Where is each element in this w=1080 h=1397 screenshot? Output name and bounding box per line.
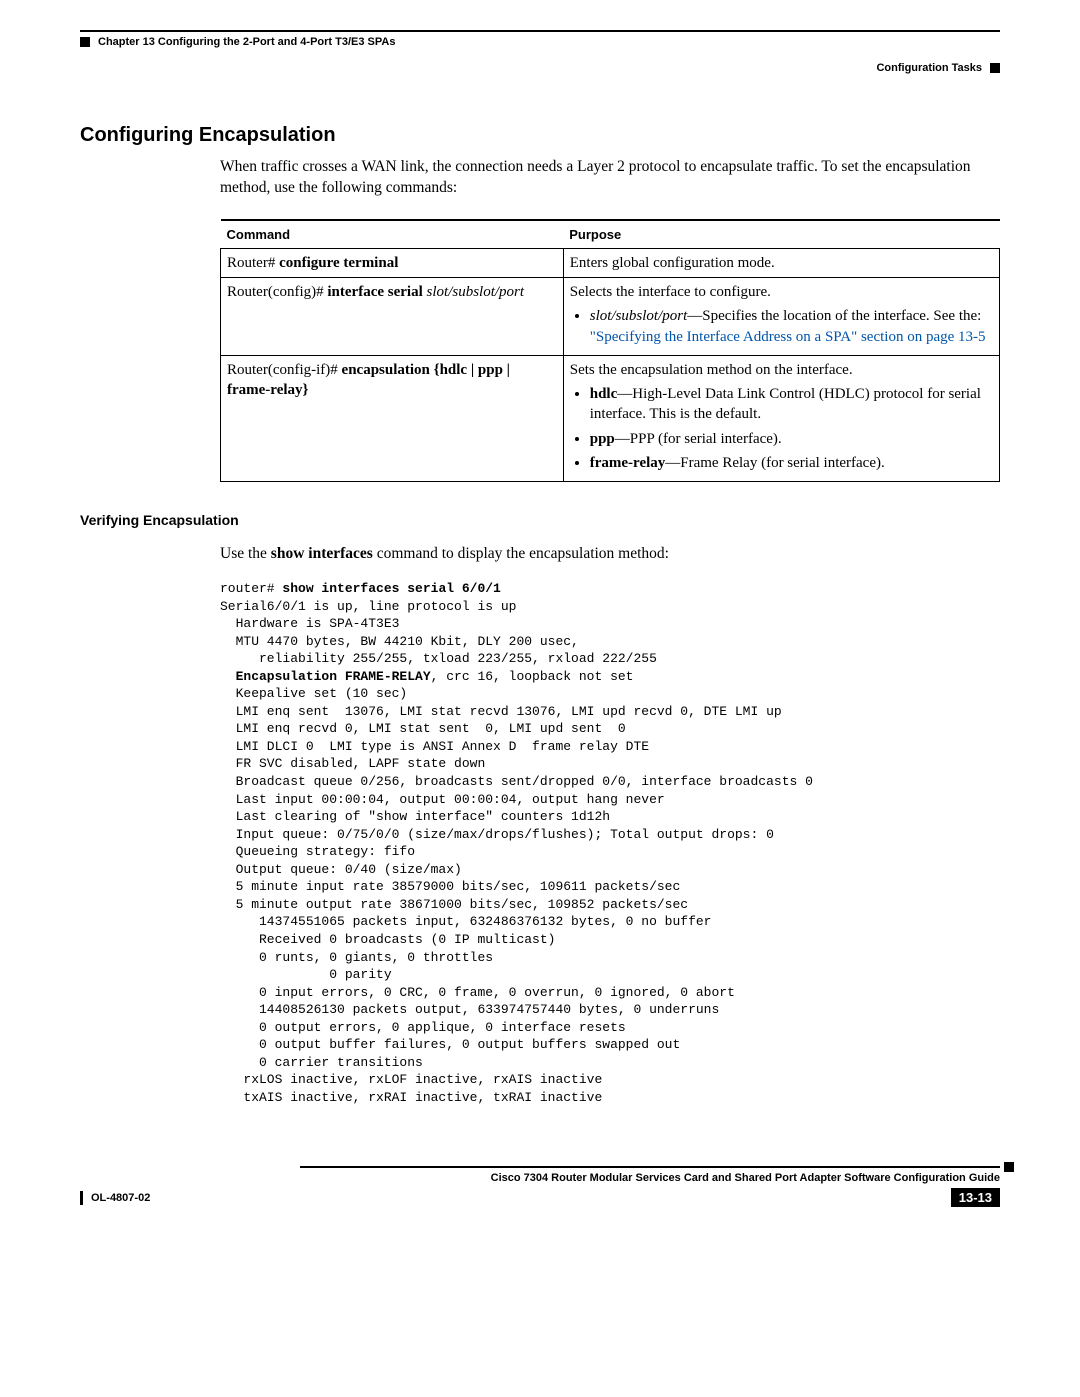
footer-left: OL-4807-02: [80, 1191, 150, 1205]
verify-pre: Use the: [220, 545, 271, 562]
cli-prompt: router#: [220, 581, 282, 596]
cli-line: LMI DLCI 0 LMI type is ANSI Annex D fram…: [220, 739, 649, 754]
cross-ref-link[interactable]: "Specifying the Interface Address on a S…: [590, 329, 986, 345]
header-rule: [80, 30, 1000, 32]
cmd-italic: slot/subslot/port: [423, 284, 524, 300]
footer-bar-icon: [80, 1191, 83, 1205]
header-row: Chapter 13 Configuring the 2-Port and 4-…: [80, 36, 1000, 48]
cli-line: 0 input errors, 0 CRC, 0 frame, 0 overru…: [220, 985, 735, 1000]
square-bullet-icon: [990, 63, 1000, 73]
purpose-cell: Selects the interface to configure. slot…: [563, 278, 999, 356]
doc-id: OL-4807-02: [91, 1192, 150, 1204]
cli-line: 0 parity: [220, 967, 392, 982]
footer-rule: [300, 1166, 1000, 1168]
cli-line: Keepalive set (10 sec): [220, 686, 407, 701]
chapter-label: Chapter 13 Configuring the 2-Port and 4-…: [98, 36, 395, 48]
cli-line: Serial6/0/1 is up, line protocol is up: [220, 599, 516, 614]
cli-line: Input queue: 0/75/0/0 (size/max/drops/fl…: [220, 827, 774, 842]
cli-command: show interfaces serial 6/0/1: [282, 581, 500, 596]
page: Chapter 13 Configuring the 2-Port and 4-…: [0, 0, 1080, 1237]
cmd-bold: encapsulation: [342, 362, 430, 378]
footer-row: OL-4807-02 13-13: [80, 1188, 1000, 1207]
cli-line: LMI enq sent 13076, LMI stat recvd 13076…: [220, 704, 782, 719]
cmd-bold: interface serial: [327, 284, 422, 300]
cli-line: LMI enq recvd 0, LMI stat sent 0, LMI up…: [220, 721, 626, 736]
cli-line: 14408526130 packets output, 633974757440…: [220, 1002, 719, 1017]
section-right-label: Configuration Tasks: [876, 62, 982, 74]
bullet-text: —High-Level Data Link Control (HDLC) pro…: [590, 386, 981, 422]
verify-post: command to display the encapsulation met…: [373, 545, 669, 562]
list-item: frame-relay—Frame Relay (for serial inte…: [590, 453, 993, 473]
command-table: Command Purpose Router# configure termin…: [220, 219, 1000, 482]
cli-line: Last clearing of "show interface" counte…: [220, 809, 610, 824]
list-item: hdlc—High-Level Data Link Control (HDLC)…: [590, 384, 993, 425]
header-left: Chapter 13 Configuring the 2-Port and 4-…: [80, 36, 1000, 48]
cli-output: router# show interfaces serial 6/0/1 Ser…: [220, 580, 1000, 1106]
verify-bold: show interfaces: [271, 545, 373, 562]
cmd-prefix: Router#: [227, 255, 279, 271]
purpose-cell: Enters global configuration mode.: [563, 248, 999, 277]
cli-line: Last input 00:00:04, output 00:00:04, ou…: [220, 792, 665, 807]
cli-line: Hardware is SPA-4T3E3: [220, 616, 399, 631]
cli-line: Received 0 broadcasts (0 IP multicast): [220, 932, 555, 947]
list-item: ppp—PPP (for serial interface).: [590, 429, 993, 449]
bullet-list: hdlc—High-Level Data Link Control (HDLC)…: [570, 384, 993, 473]
table-header-row: Command Purpose: [221, 220, 1000, 249]
header-right: Configuration Tasks: [80, 62, 1000, 74]
purpose-text: Sets the encapsulation method on the int…: [570, 362, 853, 378]
table-row: Router(config-if)# encapsulation {hdlc |…: [221, 355, 1000, 481]
cli-line: 0 output errors, 0 applique, 0 interface…: [220, 1020, 626, 1035]
cli-line: MTU 4470 bytes, BW 44210 Kbit, DLY 200 u…: [220, 634, 579, 649]
list-item: slot/subslot/port—Specifies the location…: [590, 306, 993, 347]
section-heading: Configuring Encapsulation: [80, 124, 1000, 147]
intro-paragraph: When traffic crosses a WAN link, the con…: [220, 157, 1000, 199]
cmd-cell: Router(config)# interface serial slot/su…: [221, 278, 564, 356]
cli-line: 0 runts, 0 giants, 0 throttles: [220, 950, 493, 965]
page-number: 13-13: [951, 1188, 1000, 1207]
cli-line: 0 carrier transitions: [220, 1055, 423, 1070]
bullet-text: —Specifies the location of the interface…: [687, 308, 981, 324]
table-row: Router# configure terminal Enters global…: [221, 248, 1000, 277]
th-purpose: Purpose: [563, 220, 999, 249]
bullet-list: slot/subslot/port—Specifies the location…: [570, 306, 993, 347]
cmd-cell: Router(config-if)# encapsulation {hdlc |…: [221, 355, 564, 481]
purpose-text: Selects the interface to configure.: [570, 284, 771, 300]
table-row: Router(config)# interface serial slot/su…: [221, 278, 1000, 356]
cmd-prefix: Router(config)#: [227, 284, 327, 300]
bullet-text: —PPP (for serial interface).: [615, 431, 782, 447]
square-bullet-icon: [80, 37, 90, 47]
bullet-bold: ppp: [590, 431, 615, 447]
purpose-cell: Sets the encapsulation method on the int…: [563, 355, 999, 481]
bullet-italic: slot/subslot/port: [590, 308, 688, 324]
cmd-bold: configure terminal: [279, 255, 398, 271]
bullet-text: —Frame Relay (for serial interface).: [665, 455, 884, 471]
cli-line: reliability 255/255, txload 223/255, rxl…: [220, 651, 657, 666]
cmd-cell: Router# configure terminal: [221, 248, 564, 277]
bullet-bold: hdlc: [590, 386, 618, 402]
bullet-bold: frame-relay: [590, 455, 666, 471]
cli-line: Output queue: 0/40 (size/max): [220, 862, 462, 877]
verify-paragraph: Use the show interfaces command to displ…: [220, 544, 1000, 565]
th-command: Command: [221, 220, 564, 249]
book-title: Cisco 7304 Router Modular Services Card …: [80, 1172, 1000, 1184]
cli-encap-bold: Encapsulation FRAME-RELAY: [220, 669, 431, 684]
cli-line: Queueing strategy: fifo: [220, 844, 415, 859]
cli-line: 14374551065 packets input, 632486376132 …: [220, 914, 711, 929]
cli-line: 0 output buffer failures, 0 output buffe…: [220, 1037, 680, 1052]
cmd-prefix: Router(config-if)#: [227, 362, 342, 378]
cli-line: 5 minute input rate 38579000 bits/sec, 1…: [220, 879, 680, 894]
cli-line: 5 minute output rate 38671000 bits/sec, …: [220, 897, 688, 912]
cli-encap-rest: , crc 16, loopback not set: [431, 669, 634, 684]
footer: Cisco 7304 Router Modular Services Card …: [80, 1166, 1000, 1207]
cli-line: FR SVC disabled, LAPF state down: [220, 756, 485, 771]
square-bullet-icon: [1004, 1162, 1014, 1172]
cli-line: Broadcast queue 0/256, broadcasts sent/d…: [220, 774, 813, 789]
subheading: Verifying Encapsulation: [80, 512, 1000, 528]
cli-line: txAIS inactive, rxRAI inactive, txRAI in…: [220, 1090, 602, 1105]
cli-line: rxLOS inactive, rxLOF inactive, rxAIS in…: [220, 1072, 602, 1087]
